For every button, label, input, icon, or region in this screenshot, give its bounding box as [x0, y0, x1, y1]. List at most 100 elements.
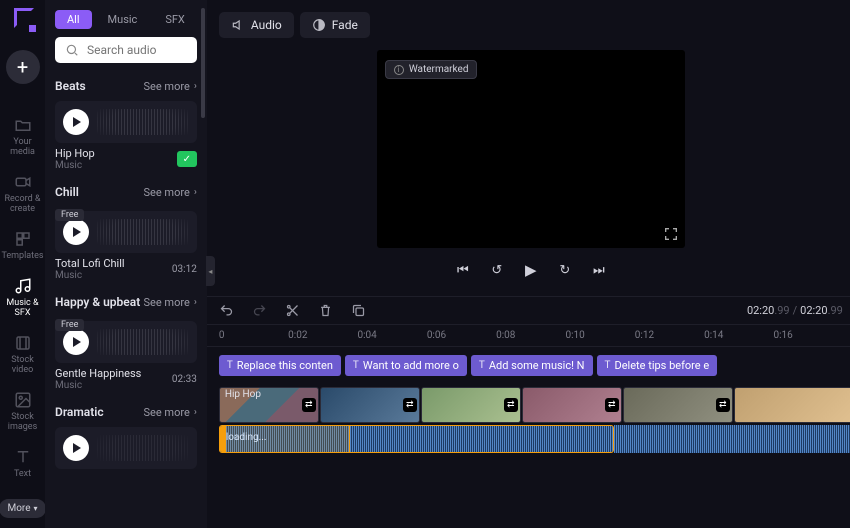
audio-track[interactable]: Hip Hop loading...	[219, 425, 850, 453]
video-preview[interactable]: Watermarked	[377, 50, 685, 248]
audio-track-item[interactable]: Hip Hop Music ✓	[55, 101, 197, 171]
track-duration: 02:33	[172, 374, 197, 385]
play-icon	[73, 227, 81, 237]
rail-stock-video[interactable]: Stock video	[0, 328, 45, 385]
play-button[interactable]	[63, 329, 89, 355]
redo-button[interactable]	[252, 303, 267, 318]
transition-icon[interactable]: ⇄	[302, 398, 316, 412]
category-title: Beats	[55, 79, 86, 93]
chevron-right-icon: ›	[194, 187, 197, 198]
text-tag[interactable]: TWant to add more o	[345, 355, 467, 376]
add-button[interactable]: +	[6, 50, 40, 84]
transition-icon[interactable]: ⇄	[716, 398, 730, 412]
search-audio[interactable]	[55, 37, 197, 63]
forward-button[interactable]: ↻	[557, 262, 573, 278]
category-title: Dramatic	[55, 405, 104, 419]
audio-clip-selected[interactable]: loading...	[219, 425, 614, 453]
split-button[interactable]	[285, 303, 300, 318]
rewind-button[interactable]: ↺	[489, 262, 505, 278]
timeline-ruler[interactable]: 00:020:040:060:080:100:120:140:16	[207, 325, 850, 347]
text-tag[interactable]: TAdd some music! N	[471, 355, 593, 376]
duplicate-button[interactable]	[351, 303, 366, 318]
search-input[interactable]	[87, 43, 187, 57]
transport-controls: ⏮ ↺ ▶ ↻ ⏭	[455, 262, 607, 278]
audio-track-item[interactable]	[55, 427, 197, 469]
rail-stock-images[interactable]: Stock images	[0, 385, 45, 442]
text-tag[interactable]: TDelete tips before e	[597, 355, 718, 376]
play-icon	[73, 337, 81, 347]
chevron-down-icon: ▾	[34, 504, 38, 513]
waveform-thumb	[97, 435, 189, 461]
chevron-right-icon: ›	[194, 297, 197, 308]
rail-text[interactable]: Text	[0, 442, 45, 489]
text-icon: T	[605, 360, 611, 371]
rail-more[interactable]: More▾	[0, 499, 46, 518]
tab-all[interactable]: All	[55, 10, 92, 29]
collapse-sidebar[interactable]: ◂	[206, 256, 215, 286]
text-tag[interactable]: TReplace this conten	[219, 355, 341, 376]
video-clip[interactable]: ⇄	[623, 387, 733, 423]
rail-music-sfx[interactable]: Music & SFX	[0, 271, 45, 328]
play-button[interactable]	[63, 435, 89, 461]
play-button[interactable]	[63, 219, 89, 245]
track-sub: Music	[55, 270, 125, 281]
tab-sfx[interactable]: SFX	[153, 10, 197, 29]
app-logo	[10, 6, 36, 32]
transition-icon[interactable]: ⇄	[605, 398, 619, 412]
see-more-happy[interactable]: See more›	[144, 296, 197, 309]
transition-icon[interactable]: ⇄	[403, 398, 417, 412]
speaker-icon	[231, 18, 245, 32]
track-name: Hip Hop	[55, 147, 95, 160]
rail-record-create[interactable]: Record & create	[0, 167, 45, 224]
fullscreen-icon[interactable]	[663, 226, 679, 242]
track-name: Total Lofi Chill	[55, 257, 125, 270]
video-track[interactable]: ⇄ ⇄ ⇄ ⇄ ⇄	[219, 387, 850, 423]
play-button[interactable]	[63, 109, 89, 135]
scrollbar[interactable]	[201, 8, 205, 118]
fade-button[interactable]: Fade	[300, 12, 370, 38]
info-icon	[394, 65, 404, 75]
main-area: ◂ Audio Fade Watermarked ⏮ ↺	[207, 0, 850, 528]
track-name: Gentle Happiness	[55, 367, 141, 380]
delete-button[interactable]	[318, 303, 333, 318]
category-title: Chill	[55, 185, 79, 199]
timecode: 02:20.99/02:20.99	[747, 304, 843, 317]
audio-track-item[interactable]: Free Total Lofi Chill Music 03:12	[55, 211, 197, 281]
audio-clip-extension[interactable]	[614, 425, 850, 453]
audio-sidebar: All Music SFX Beats See more› Hip Hop	[45, 0, 207, 528]
undo-button[interactable]	[219, 303, 234, 318]
text-icon	[14, 448, 32, 466]
camera-icon	[14, 173, 32, 191]
audio-button[interactable]: Audio	[219, 12, 294, 38]
video-clip[interactable]: ⇄	[320, 387, 420, 423]
see-more-beats[interactable]: See more›	[144, 80, 197, 93]
track-sub: Music	[55, 380, 141, 391]
watermark-badge: Watermarked	[385, 60, 478, 79]
prev-button[interactable]: ⏮	[455, 262, 471, 278]
see-more-dramatic[interactable]: See more›	[144, 406, 197, 419]
chevron-right-icon: ›	[194, 407, 197, 418]
play-icon	[73, 117, 81, 127]
transition-icon[interactable]: ⇄	[504, 398, 518, 412]
rail-templates[interactable]: Templates	[0, 224, 45, 271]
audio-clip-label: Hip Hop	[225, 389, 261, 400]
see-more-chill[interactable]: See more›	[144, 186, 197, 199]
play-icon	[73, 443, 81, 453]
waveform-thumb	[97, 219, 189, 245]
play-button[interactable]: ▶	[523, 262, 539, 278]
text-icon: T	[479, 360, 485, 371]
film-icon	[14, 334, 32, 352]
video-clip[interactable]	[734, 387, 850, 423]
waveform	[614, 425, 850, 453]
rail-your-media[interactable]: Your media	[0, 110, 45, 167]
text-icon: T	[353, 360, 359, 371]
waveform-thumb	[97, 329, 189, 355]
video-clip[interactable]: ⇄	[421, 387, 521, 423]
video-clip[interactable]: ⇄	[522, 387, 622, 423]
image-icon	[14, 391, 32, 409]
audio-track-item[interactable]: Free Gentle Happiness Music 02:33	[55, 321, 197, 391]
next-button[interactable]: ⏭	[591, 262, 607, 278]
fade-icon	[312, 18, 326, 32]
tab-music[interactable]: Music	[96, 10, 150, 29]
timeline-tracks[interactable]: TReplace this conten TWant to add more o…	[207, 347, 850, 465]
